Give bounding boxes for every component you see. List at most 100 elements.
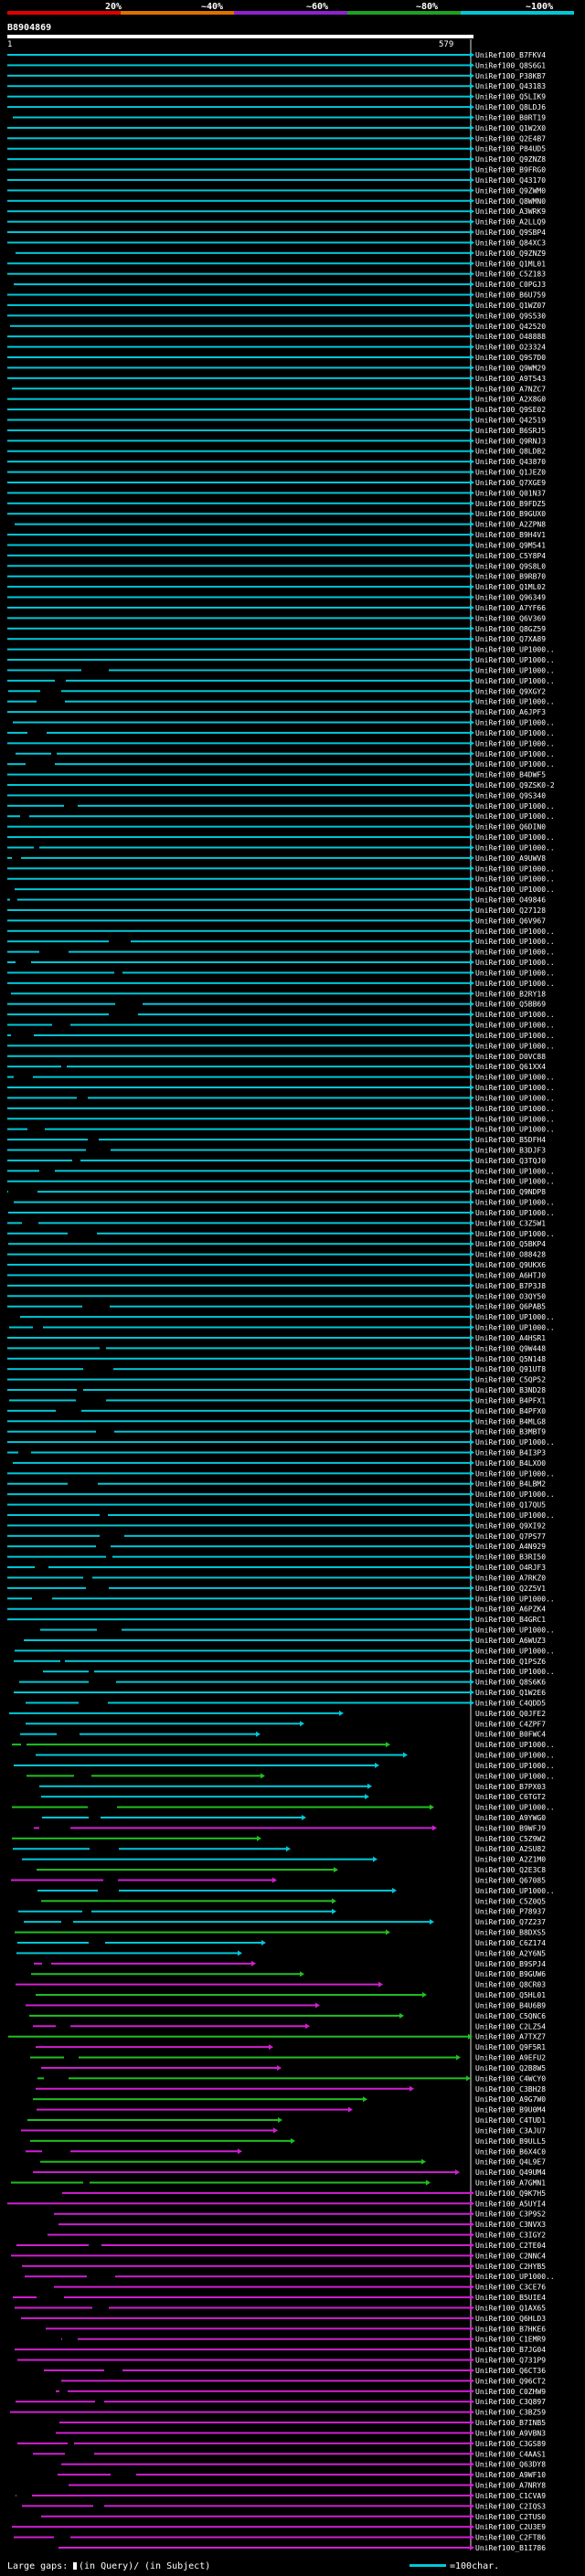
hit-bar[interactable] [7,293,470,296]
hit-bar[interactable] [7,492,470,494]
hit-bar[interactable] [7,502,470,504]
hit-bar[interactable] [8,1211,470,1214]
hit-bar[interactable] [14,1201,470,1203]
hit-label[interactable]: UniRef100_B4U6B9 [475,2001,546,2009]
hit-label[interactable]: UniRef100_UP1000.. [475,1438,555,1447]
hit-bar[interactable] [7,189,470,192]
hit-bar[interactable] [15,1931,386,1934]
hit-bar[interactable] [61,2463,470,2465]
hit-bar[interactable] [8,2035,468,2038]
hit-label[interactable]: UniRef100_UP1000.. [475,760,555,769]
hit-bar[interactable] [20,1733,256,1735]
hit-label[interactable]: UniRef100_Q1ML02 [475,583,546,591]
hit-label[interactable]: UniRef100_A9VBN3 [475,2429,546,2437]
hit-bar[interactable] [19,1680,470,1683]
hit-bar[interactable] [14,1659,470,1662]
hit-label[interactable]: UniRef100_A9YWG0 [475,1814,546,1822]
hit-label[interactable]: UniRef100_B9GUW6 [475,1970,546,1978]
hit-bar[interactable] [7,554,470,557]
hit-bar[interactable] [17,2359,470,2361]
hit-label[interactable]: UniRef100_Q2E3C8 [475,1866,546,1874]
hit-label[interactable]: UniRef100_UP1000.. [475,1741,555,1749]
hit-bar[interactable] [7,1087,470,1089]
hit-label[interactable]: UniRef100_B7FKV4 [475,51,546,59]
hit-label[interactable]: UniRef100_A7RKZ0 [475,1574,546,1582]
hit-label[interactable]: UniRef100_C5QP52 [475,1376,546,1384]
hit-label[interactable]: UniRef100_C3CE76 [475,2284,546,2292]
hit-label[interactable]: UniRef100_C3BZ59 [475,2409,546,2417]
hit-bar[interactable] [7,1055,470,1057]
hit-bar[interactable] [7,210,470,213]
hit-bar[interactable] [7,1618,470,1621]
hit-label[interactable]: UniRef100_Q8CR03 [475,1981,546,1989]
hit-bar[interactable] [7,836,470,839]
hit-label[interactable]: UniRef100_UP1000.. [475,646,555,654]
hit-bar[interactable] [7,1420,470,1423]
hit-bar[interactable] [7,1347,470,1350]
hit-bar[interactable] [7,1034,470,1036]
hit-bar[interactable] [12,2526,470,2528]
hit-label[interactable]: UniRef100_C2U3E9 [475,2523,546,2531]
hit-label[interactable]: UniRef100_C3NVX3 [475,2221,546,2229]
hit-label[interactable]: UniRef100_B8DXS5 [475,1929,546,1937]
hit-label[interactable]: UniRef100_C4AAS1 [475,2450,546,2458]
hit-label[interactable]: UniRef100_UP1000.. [475,1490,555,1499]
hit-label[interactable]: UniRef100_C4QDD5 [475,1699,546,1707]
hit-label[interactable]: UniRef100_C1CVA9 [475,2492,546,2500]
hit-label[interactable]: UniRef100_A9UWV8 [475,854,546,863]
hit-bar[interactable] [27,2119,278,2122]
hit-label[interactable]: UniRef100_C3Z5W1 [475,1219,546,1227]
hit-label[interactable]: UniRef100_UP1000.. [475,1115,555,1123]
hit-bar[interactable] [7,1128,470,1130]
hit-bar[interactable] [58,2223,470,2226]
hit-label[interactable]: UniRef100_A6JPF3 [475,708,546,716]
hit-bar[interactable] [7,461,470,463]
hit-label[interactable]: UniRef100_B9WFJ9 [475,1824,546,1832]
hit-bar[interactable] [7,929,470,932]
hit-label[interactable]: UniRef100_Q5LIK9 [475,93,546,101]
hit-bar[interactable] [17,1941,261,1944]
hit-bar[interactable] [7,1107,470,1109]
hit-label[interactable]: UniRef100_C0ZHW9 [475,2388,546,2396]
hit-bar[interactable] [36,1754,403,1756]
hit-bar[interactable] [7,1555,470,1558]
hit-bar[interactable] [7,1139,470,1141]
hit-bar[interactable] [10,324,470,327]
hit-bar[interactable] [41,2515,470,2518]
hit-label[interactable]: UniRef100_Q9S7D0 [475,354,546,362]
hit-bar[interactable] [16,251,470,254]
hit-label[interactable]: UniRef100_UP1000.. [475,1230,555,1238]
hit-label[interactable]: UniRef100_Q7XGE9 [475,479,546,487]
hit-label[interactable]: UniRef100_C3Q897 [475,2398,546,2406]
hit-bar[interactable] [15,2348,470,2351]
hit-label[interactable]: UniRef100_A7TXZ7 [475,2033,546,2041]
hit-bar[interactable] [16,1952,238,1955]
hit-bar[interactable] [7,1023,470,1026]
hit-label[interactable]: UniRef100_Q9SE02 [475,406,546,414]
hit-label[interactable]: UniRef100_P38KB7 [475,72,546,80]
hit-label[interactable]: UniRef100_UP1000.. [475,1011,555,1019]
hit-label[interactable]: UniRef100_B4DWF5 [475,771,546,779]
hit-bar[interactable] [7,1597,470,1600]
hit-label[interactable]: UniRef100_B3DJF3 [475,1146,546,1154]
hit-label[interactable]: UniRef100_Q9WM29 [475,364,546,372]
hit-bar[interactable] [12,387,470,390]
hit-label[interactable]: UniRef100_UP1000.. [475,1042,555,1050]
hit-bar[interactable] [7,1097,470,1099]
hit-bar[interactable] [16,2401,470,2403]
hit-bar[interactable] [7,1076,470,1078]
hit-label[interactable]: UniRef100_A9G7W0 [475,2095,546,2104]
hit-bar[interactable] [33,2025,305,2028]
hit-label[interactable]: UniRef100_C5QNC6 [475,2012,546,2020]
hit-label[interactable]: UniRef100_Q9ZSK0-2 [475,781,555,790]
hit-label[interactable]: UniRef100_Q43170 [475,176,546,185]
hit-label[interactable]: UniRef100_B5DFH4 [475,1136,546,1144]
hit-bar[interactable] [33,2171,455,2174]
hit-bar[interactable] [7,481,470,483]
hit-bar[interactable] [39,1785,367,1787]
hit-bar[interactable] [13,2296,470,2299]
hit-label[interactable]: UniRef100_A2X8G0 [475,396,546,404]
hit-label[interactable]: UniRef100_Q8LDJ6 [475,103,546,111]
hit-label[interactable]: UniRef100_UP1000.. [475,729,555,737]
hit-bar[interactable] [7,1149,470,1151]
